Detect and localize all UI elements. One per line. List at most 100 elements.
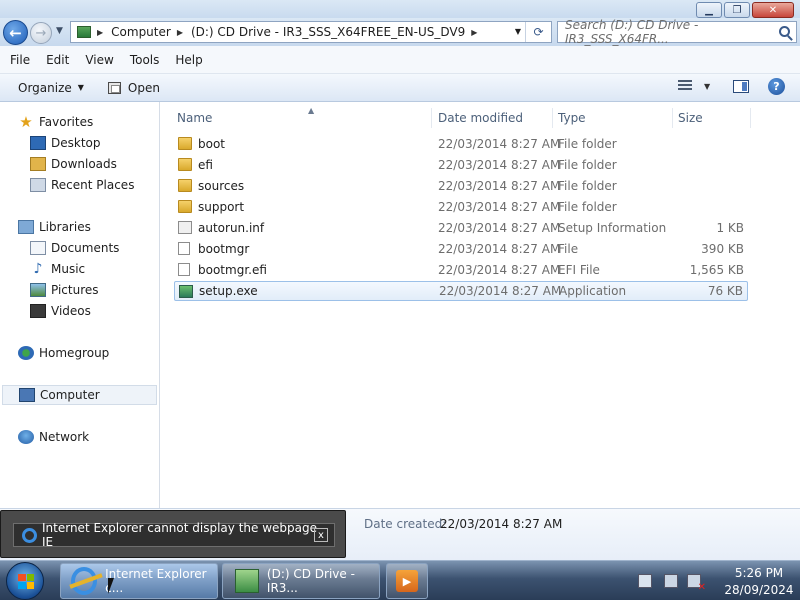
forward-arrow-icon: → bbox=[35, 25, 47, 41]
column-type-label: Type bbox=[558, 111, 586, 125]
nav-videos[interactable]: Videos bbox=[30, 301, 91, 321]
homegroup-icon bbox=[18, 346, 34, 360]
start-button[interactable] bbox=[6, 562, 44, 600]
nav-desktop-label: Desktop bbox=[51, 136, 101, 150]
refresh-icon: ⟳ bbox=[533, 25, 544, 39]
nav-recent-places[interactable]: Recent Places bbox=[30, 175, 134, 195]
mouse-cursor-icon bbox=[108, 578, 120, 594]
menu-view[interactable]: View bbox=[85, 53, 113, 67]
file-row[interactable]: support 22/03/2014 8:27 AM File folder bbox=[174, 197, 748, 217]
nav-network[interactable]: Network bbox=[18, 427, 89, 447]
internet-explorer-icon bbox=[22, 528, 37, 543]
breadcrumb-separator-icon[interactable]: ▶ bbox=[471, 28, 477, 37]
system-tray: 5:26 PM 28/09/2024 bbox=[630, 561, 800, 600]
minimize-icon: ▁ bbox=[705, 4, 713, 16]
close-button[interactable]: ✕ bbox=[752, 2, 794, 18]
downloads-folder-icon bbox=[30, 157, 46, 171]
column-header-name[interactable]: Name ▲ bbox=[172, 106, 432, 128]
back-arrow-icon: ← bbox=[9, 23, 22, 42]
menu-help[interactable]: Help bbox=[175, 53, 202, 67]
search-input[interactable]: Search (D:) CD Drive - IR3_SSS_X64FR... bbox=[557, 18, 797, 46]
popup-title[interactable]: Internet Explorer cannot display the web… bbox=[13, 521, 335, 549]
popup-close-button[interactable]: x bbox=[314, 528, 328, 542]
libraries-icon bbox=[18, 220, 34, 234]
nav-music[interactable]: ♪ Music bbox=[30, 259, 86, 279]
file-row[interactable]: sources 22/03/2014 8:27 AM File folder bbox=[174, 176, 748, 196]
file-row[interactable]: bootmgr.efi 22/03/2014 8:27 AM EFI File … bbox=[174, 260, 748, 280]
open-button[interactable]: Open bbox=[107, 81, 160, 95]
file-row-selected[interactable]: setup.exe 22/03/2014 8:27 AM Application… bbox=[174, 281, 748, 301]
nav-favorites[interactable]: ★ Favorites bbox=[18, 112, 93, 132]
file-date: 22/03/2014 8:27 AM bbox=[438, 242, 561, 256]
taskbar-thumbnail-popup[interactable]: Internet Explorer cannot display the web… bbox=[0, 510, 346, 558]
menu-file[interactable]: File bbox=[10, 53, 30, 67]
breadcrumb-separator-icon[interactable]: ▶ bbox=[97, 28, 103, 37]
menu-tools[interactable]: Tools bbox=[130, 53, 160, 67]
maximize-button[interactable]: ❐ bbox=[724, 2, 750, 18]
file-type: File bbox=[558, 242, 579, 256]
clock-date[interactable]: 28/09/2024 bbox=[724, 583, 794, 597]
nav-desktop[interactable]: Desktop bbox=[30, 133, 101, 153]
file-date: 22/03/2014 8:27 AM bbox=[438, 263, 561, 277]
file-row[interactable]: bootmgr 22/03/2014 8:27 AM File 390 KB bbox=[174, 239, 748, 259]
refresh-button[interactable]: ⟳ bbox=[525, 22, 551, 42]
title-bar: ▁ ❐ ✕ bbox=[0, 0, 800, 20]
column-header-type[interactable]: Type bbox=[553, 108, 673, 128]
recent-places-icon bbox=[30, 178, 46, 192]
address-bar[interactable]: ▶ Computer ▶ (D:) CD Drive - IR3_SSS_X64… bbox=[70, 21, 552, 43]
file-icon bbox=[178, 263, 190, 276]
search-icon[interactable] bbox=[779, 26, 790, 37]
column-header-size[interactable]: Size bbox=[673, 108, 751, 128]
taskbar-media-player[interactable]: ▶ bbox=[386, 563, 428, 599]
media-player-icon: ▶ bbox=[396, 570, 418, 592]
nav-pictures[interactable]: Pictures bbox=[30, 280, 99, 300]
preview-pane-icon[interactable] bbox=[733, 80, 749, 93]
nav-computer[interactable]: Computer bbox=[2, 385, 157, 405]
file-date: 22/03/2014 8:27 AM bbox=[438, 221, 561, 235]
change-view-icon[interactable] bbox=[678, 80, 692, 93]
minimize-button[interactable]: ▁ bbox=[696, 2, 722, 18]
file-row[interactable]: efi 22/03/2014 8:27 AM File folder bbox=[174, 155, 748, 175]
address-dropdown-icon[interactable]: ▼ bbox=[515, 27, 521, 36]
back-button[interactable]: ← bbox=[3, 20, 28, 45]
file-name: support bbox=[198, 200, 245, 214]
help-icon[interactable]: ? bbox=[768, 78, 785, 95]
taskbar-explorer-window[interactable]: (D:) CD Drive - IR3... bbox=[222, 563, 380, 599]
file-row[interactable]: boot 22/03/2014 8:27 AM File folder bbox=[174, 134, 748, 154]
nav-downloads[interactable]: Downloads bbox=[30, 154, 117, 174]
organize-button[interactable]: Organize ▼ bbox=[18, 81, 84, 95]
clock-time[interactable]: 5:26 PM bbox=[724, 566, 794, 580]
taskbar-internet-explorer[interactable]: Internet Explorer c... bbox=[60, 563, 218, 599]
action-center-icon[interactable] bbox=[638, 574, 652, 588]
file-type: EFI File bbox=[558, 263, 600, 277]
recent-pages-dropdown[interactable]: ▼ bbox=[56, 26, 63, 36]
breadcrumb-separator-icon[interactable]: ▶ bbox=[177, 28, 183, 37]
taskbar-explorer-label: (D:) CD Drive - IR3... bbox=[266, 567, 355, 595]
file-list: Name ▲ Date modified Type Size boot 22/0… bbox=[160, 102, 800, 508]
file-name: efi bbox=[198, 158, 213, 172]
column-size-label: Size bbox=[678, 111, 703, 125]
breadcrumb-cd-drive[interactable]: (D:) CD Drive - IR3_SSS_X64FREE_EN-US_DV… bbox=[191, 25, 465, 39]
menu-bar: File Edit View Tools Help bbox=[0, 46, 800, 74]
forward-button[interactable]: → bbox=[30, 22, 52, 44]
nav-music-label: Music bbox=[51, 262, 86, 276]
cd-drive-icon bbox=[77, 26, 91, 38]
column-header-date[interactable]: Date modified bbox=[433, 108, 553, 128]
network-icon bbox=[18, 430, 34, 444]
nav-recent-label: Recent Places bbox=[51, 178, 135, 192]
date-created-value: 22/03/2014 8:27 AM bbox=[440, 517, 563, 531]
menu-edit[interactable]: Edit bbox=[46, 53, 69, 67]
file-row[interactable]: autorun.inf 22/03/2014 8:27 AM Setup Inf… bbox=[174, 218, 748, 238]
view-options-dropdown[interactable]: ▼ bbox=[704, 82, 710, 91]
nav-videos-label: Videos bbox=[51, 304, 91, 318]
nav-libraries[interactable]: Libraries bbox=[18, 217, 91, 237]
breadcrumb-computer[interactable]: Computer bbox=[111, 25, 171, 39]
network-status-icon[interactable] bbox=[664, 574, 678, 588]
date-created-label: Date created: bbox=[364, 517, 447, 531]
nav-homegroup[interactable]: Homegroup bbox=[18, 343, 109, 363]
volume-muted-icon[interactable] bbox=[687, 574, 706, 593]
organize-label: Organize bbox=[18, 80, 72, 95]
navigation-pane: ★ Favorites Desktop Downloads Recent Pla… bbox=[0, 102, 160, 508]
nav-libraries-label: Libraries bbox=[39, 220, 91, 234]
nav-documents[interactable]: Documents bbox=[30, 238, 119, 258]
